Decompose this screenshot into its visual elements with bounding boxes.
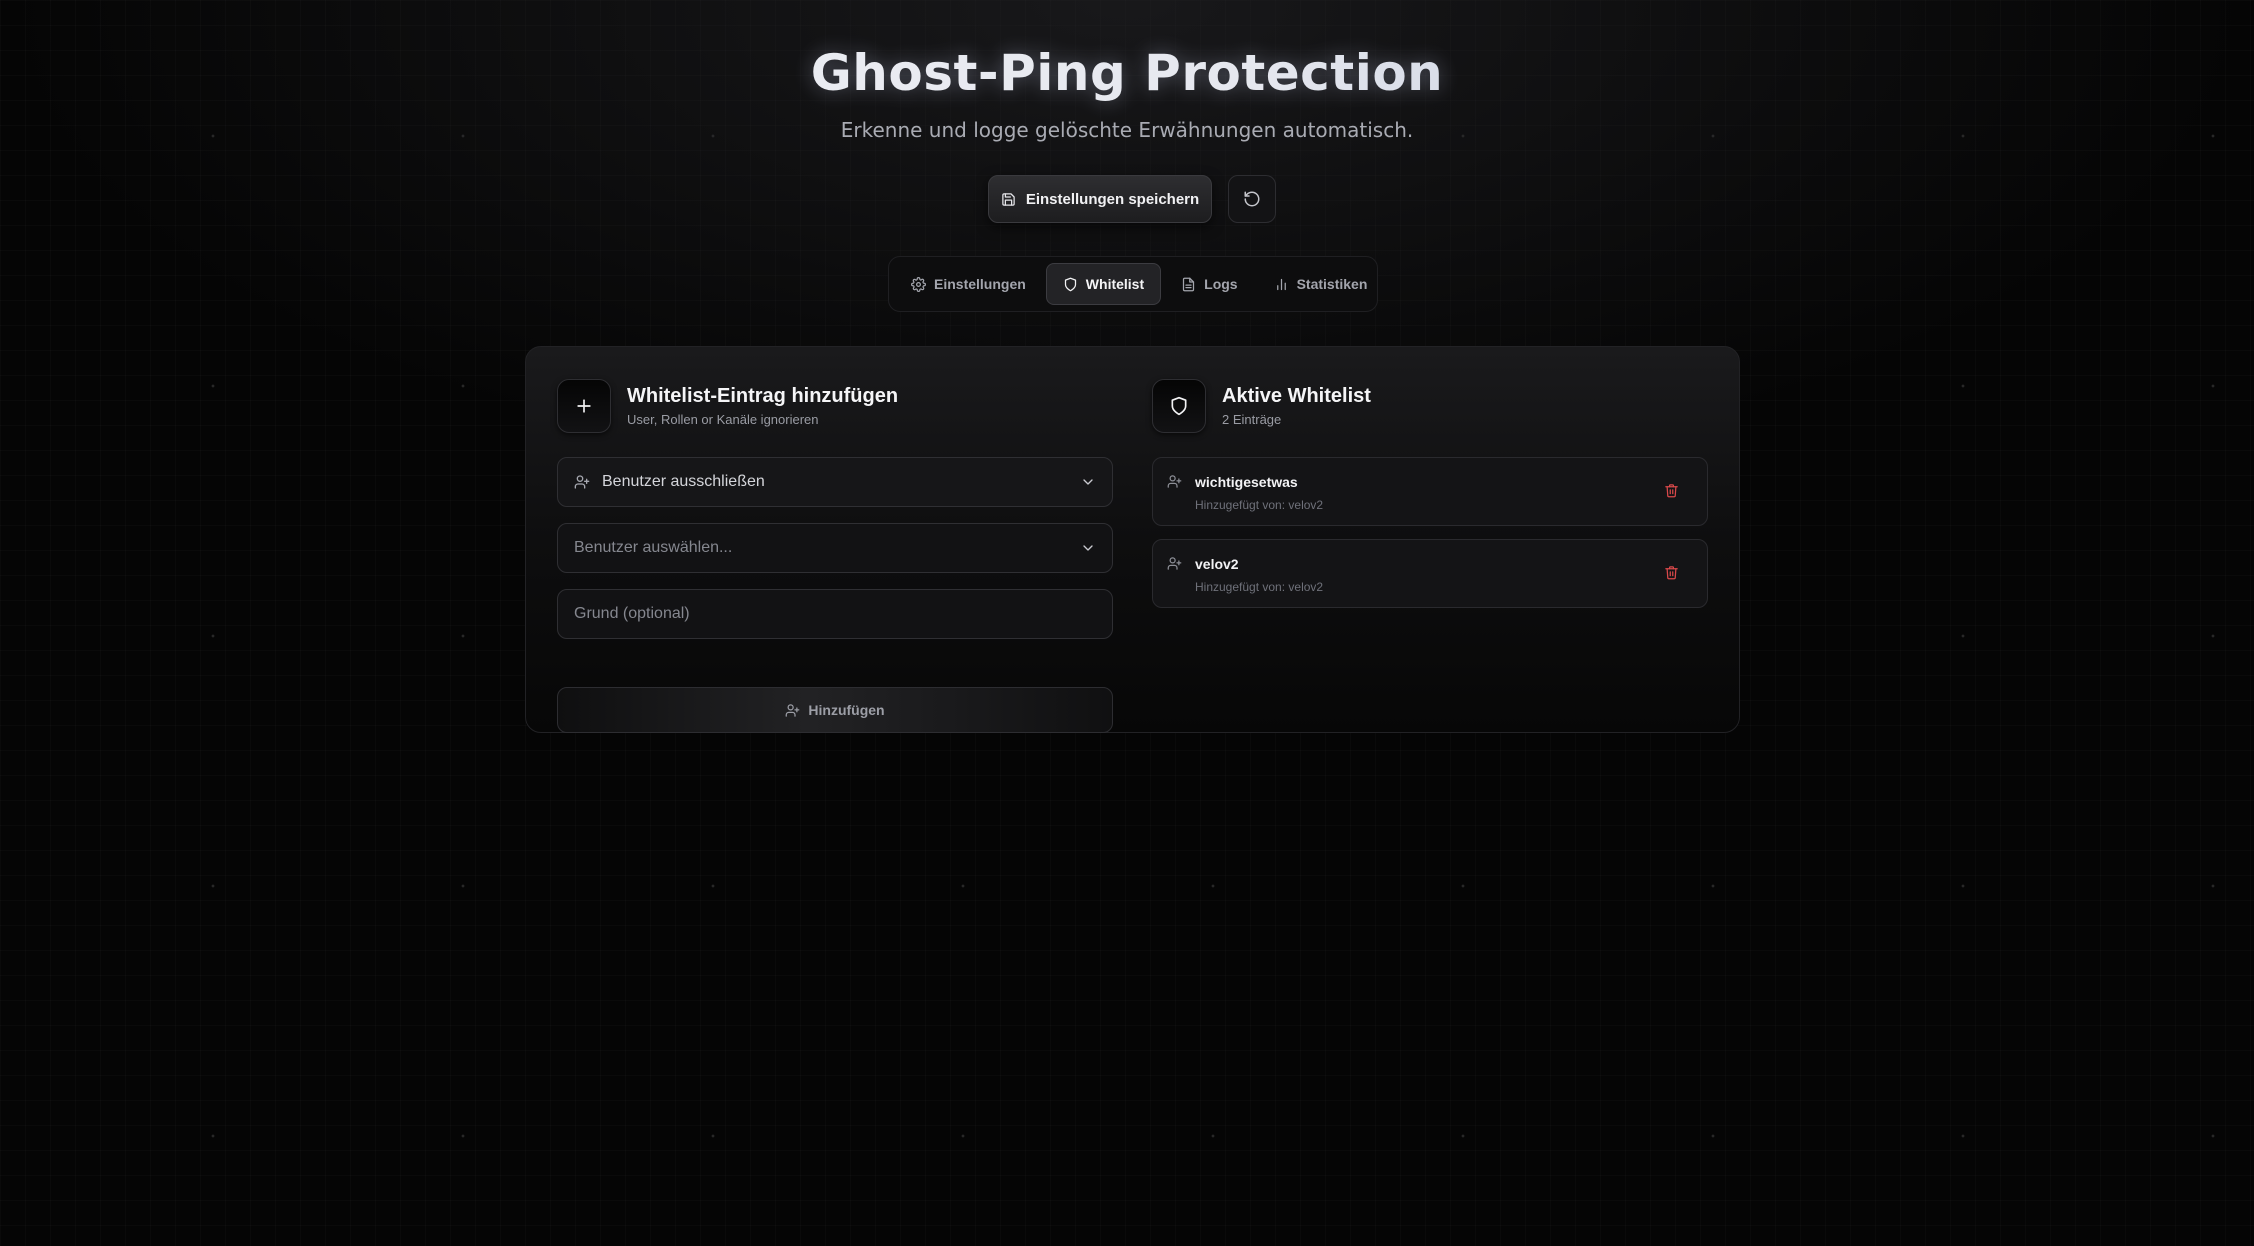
reason-input-placeholder: Grund (optional) — [574, 605, 690, 622]
add-entry-title: Whitelist-Eintrag hinzufügen — [627, 384, 899, 407]
header-actions: Einstellungen speichern — [988, 175, 1276, 223]
gear-icon — [911, 276, 926, 292]
bar-chart-icon — [1274, 277, 1289, 292]
user-plus-icon — [1167, 474, 1182, 489]
add-button[interactable]: Hinzufügen — [557, 687, 1113, 733]
tab-statistiken[interactable]: Statistiken — [1258, 263, 1384, 305]
tab-label: Statistiken — [1296, 276, 1368, 292]
plus-icon — [557, 379, 611, 433]
type-select-value: Benutzer ausschließen — [602, 473, 765, 490]
add-button-label: Hinzufügen — [808, 702, 885, 718]
tab-bar: Einstellungen Whitelist Logs Statistiken — [888, 256, 1378, 312]
user-select-placeholder: Benutzer auswählen... — [574, 539, 733, 556]
whitelist-panel: Whitelist-Eintrag hinzufügen User, Rolle… — [525, 346, 1740, 733]
tab-logs[interactable]: Logs — [1165, 263, 1253, 305]
user-plus-icon — [574, 474, 590, 490]
trash-icon[interactable] — [1659, 560, 1683, 584]
user-plus-icon — [785, 703, 800, 718]
add-entry-subtitle: User, Rollen or Kanäle ignorieren — [627, 411, 819, 427]
active-whitelist-title: Aktive Whitelist — [1222, 384, 1371, 407]
save-settings-button[interactable]: Einstellungen speichern — [988, 175, 1212, 223]
trash-icon[interactable] — [1659, 478, 1683, 502]
page-subtitle: Erkenne und logge gelöschte Erwähnungen … — [840, 118, 1414, 142]
whitelist-entry: velov2 Hinzugefügt von: velov2 — [1152, 539, 1708, 608]
reason-input[interactable]: Grund (optional) — [557, 589, 1113, 639]
chevron-down-icon — [1080, 540, 1096, 556]
tab-whitelist[interactable]: Whitelist — [1045, 263, 1162, 305]
whitelist-entry: wichtigesetwas Hinzugefügt von: velov2 — [1152, 457, 1708, 526]
reset-button[interactable] — [1228, 175, 1276, 223]
chevron-down-icon — [1080, 474, 1096, 490]
shield-icon — [1152, 379, 1206, 433]
user-plus-icon — [1167, 556, 1182, 571]
add-entry-section: Whitelist-Eintrag hinzufügen User, Rolle… — [557, 379, 1113, 733]
save-settings-label: Einstellungen speichern — [1025, 190, 1200, 208]
shield-icon — [1063, 277, 1078, 292]
entry-name: velov2 — [1195, 556, 1239, 572]
type-select[interactable]: Benutzer ausschließen — [557, 457, 1113, 507]
add-entry-header: Whitelist-Eintrag hinzufügen User, Rolle… — [557, 379, 1113, 433]
entry-meta: Hinzugefügt von: velov2 — [1195, 498, 1324, 512]
document-icon — [1181, 277, 1196, 292]
page-title: Ghost-Ping Protection — [0, 38, 2254, 108]
entry-meta: Hinzugefügt von: velov2 — [1195, 580, 1324, 594]
entry-count: 2 Einträge — [1222, 411, 1282, 427]
active-whitelist-header: Aktive Whitelist 2 Einträge — [1152, 379, 1708, 433]
user-select[interactable]: Benutzer auswählen... — [557, 523, 1113, 573]
entry-name: wichtigesetwas — [1195, 474, 1298, 490]
active-whitelist-section: Aktive Whitelist 2 Einträge wichtigesetw… — [1152, 379, 1708, 608]
tab-label: Einstellungen — [934, 276, 1026, 292]
tab-label: Whitelist — [1085, 276, 1145, 292]
tab-label: Logs — [1204, 276, 1238, 292]
tab-einstellungen[interactable]: Einstellungen — [895, 263, 1042, 305]
save-icon — [1001, 192, 1016, 207]
refresh-icon — [1243, 190, 1261, 208]
